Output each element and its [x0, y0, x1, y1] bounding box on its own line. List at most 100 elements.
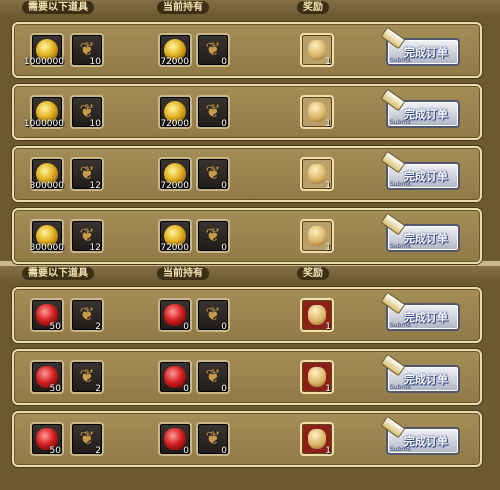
item-count: 2: [95, 446, 101, 456]
reward-bag-icon: [308, 367, 326, 387]
wings-slot: ❦ 0: [196, 219, 230, 253]
header-reward: 奖励: [297, 1, 329, 14]
item-count: 72000: [160, 243, 189, 253]
item-count: 72000: [160, 119, 189, 129]
reward-count: 1: [325, 57, 331, 67]
item-count: 300000: [29, 243, 64, 253]
complete-order-button[interactable]: 完成订单 Submit: [380, 353, 460, 393]
ruby-slot: 50: [30, 298, 64, 332]
reward-bag-icon: [308, 102, 326, 122]
reward-slot: 1: [300, 219, 334, 253]
quill-icon: [380, 291, 406, 315]
wings-slot: ❦ 0: [196, 360, 230, 394]
quill-icon: [380, 212, 406, 236]
submit-sub-label: Submit: [390, 119, 412, 126]
item-count: 1000000: [23, 57, 64, 67]
wings-slot: ❦ 2: [70, 360, 104, 394]
item-count: 0: [221, 446, 227, 456]
order-row: 50 ❦ 2 0 ❦ 0 1 完成订单 Submit: [12, 411, 482, 467]
item-count: 0: [221, 384, 227, 394]
reward-slot: 1: [300, 422, 334, 456]
submit-sub-label: Submit: [390, 446, 412, 453]
item-count: 0: [221, 57, 227, 67]
wings-slot: ❦ 0: [196, 95, 230, 129]
item-count: 72000: [160, 181, 189, 191]
quill-icon: [380, 150, 406, 174]
item-count: 50: [49, 446, 61, 456]
item-count: 12: [89, 243, 101, 253]
quill-icon: [380, 353, 406, 377]
item-count: 0: [221, 322, 227, 332]
ruby-slot: 50: [30, 360, 64, 394]
item-count: 1000000: [23, 119, 64, 129]
submit-sub-label: Submit: [390, 322, 412, 329]
gold-slot: 72000: [158, 219, 192, 253]
submit-sub-label: Submit: [390, 181, 412, 188]
reward-slot: 1: [300, 33, 334, 67]
reward-bag-icon: [308, 226, 326, 246]
reward-count: 1: [325, 446, 331, 456]
gold-slot: 1000000: [24, 95, 64, 129]
complete-order-button[interactable]: 完成订单 Submit: [380, 26, 460, 66]
reward-count: 1: [325, 119, 331, 129]
item-count: 0: [221, 119, 227, 129]
header-required: 需要以下道具: [22, 1, 94, 14]
gold-slot: 300000: [30, 219, 64, 253]
item-count: 0: [183, 446, 189, 456]
quill-icon: [380, 88, 406, 112]
order-row: 300000 ❦ 12 72000 ❦ 0 1 完成订单 Submit: [12, 208, 482, 264]
item-count: 50: [49, 384, 61, 394]
item-count: 72000: [160, 57, 189, 67]
item-count: 0: [183, 384, 189, 394]
wings-slot: ❦ 0: [196, 157, 230, 191]
submit-sub-label: Submit: [390, 243, 412, 250]
item-count: 0: [221, 181, 227, 191]
item-count: 10: [89, 57, 101, 67]
header-current: 当前持有: [157, 1, 209, 14]
complete-order-button[interactable]: 完成订单 Submit: [380, 415, 460, 455]
order-row: 50 ❦ 2 0 ❦ 0 1 完成订单 Submit: [12, 287, 482, 343]
reward-count: 1: [325, 322, 331, 332]
header-reward: 奖励: [297, 267, 329, 280]
quill-icon: [380, 26, 406, 50]
wings-slot: ❦ 0: [196, 33, 230, 67]
wings-slot: ❦ 2: [70, 422, 104, 456]
gold-slot: 72000: [158, 33, 192, 67]
order-row: 50 ❦ 2 0 ❦ 0 1 完成订单 Submit: [12, 349, 482, 405]
gold-slot: 300000: [30, 157, 64, 191]
complete-order-button[interactable]: 完成订单 Submit: [380, 150, 460, 190]
wings-slot: ❦ 10: [70, 95, 104, 129]
item-count: 50: [49, 322, 61, 332]
order-row: 1000000 ❦ 10 72000 ❦ 0 1 完成订单 Submit: [12, 84, 482, 140]
complete-order-button[interactable]: 完成订单 Submit: [380, 88, 460, 128]
gold-slot: 1000000: [24, 33, 64, 67]
reward-slot: 1: [300, 298, 334, 332]
submit-sub-label: Submit: [390, 384, 412, 391]
ruby-slot: 50: [30, 422, 64, 456]
wings-slot: ❦ 2: [70, 298, 104, 332]
item-count: 10: [89, 119, 101, 129]
wings-slot: ❦ 12: [70, 157, 104, 191]
reward-slot: 1: [300, 157, 334, 191]
complete-order-button[interactable]: 完成订单 Submit: [380, 212, 460, 252]
reward-slot: 1: [300, 360, 334, 394]
wings-slot: ❦ 12: [70, 219, 104, 253]
reward-count: 1: [325, 181, 331, 191]
item-count: 0: [183, 322, 189, 332]
order-row: 1000000 ❦ 10 72000 ❦ 0 1 完成订单 Submit: [12, 22, 482, 78]
reward-bag-icon: [308, 429, 326, 449]
complete-order-button[interactable]: 完成订单 Submit: [380, 291, 460, 331]
ruby-slot: 0: [158, 298, 192, 332]
quill-icon: [380, 415, 406, 439]
order-row: 300000 ❦ 12 72000 ❦ 0 1 完成订单 Submit: [12, 146, 482, 202]
ruby-slot: 0: [158, 422, 192, 456]
ruby-slot: 0: [158, 360, 192, 394]
item-count: 300000: [29, 181, 64, 191]
reward-count: 1: [325, 384, 331, 394]
reward-slot: 1: [300, 95, 334, 129]
gold-slot: 72000: [158, 95, 192, 129]
submit-sub-label: Submit: [390, 57, 412, 64]
item-count: 2: [95, 384, 101, 394]
reward-bag-icon: [308, 164, 326, 184]
gold-slot: 72000: [158, 157, 192, 191]
